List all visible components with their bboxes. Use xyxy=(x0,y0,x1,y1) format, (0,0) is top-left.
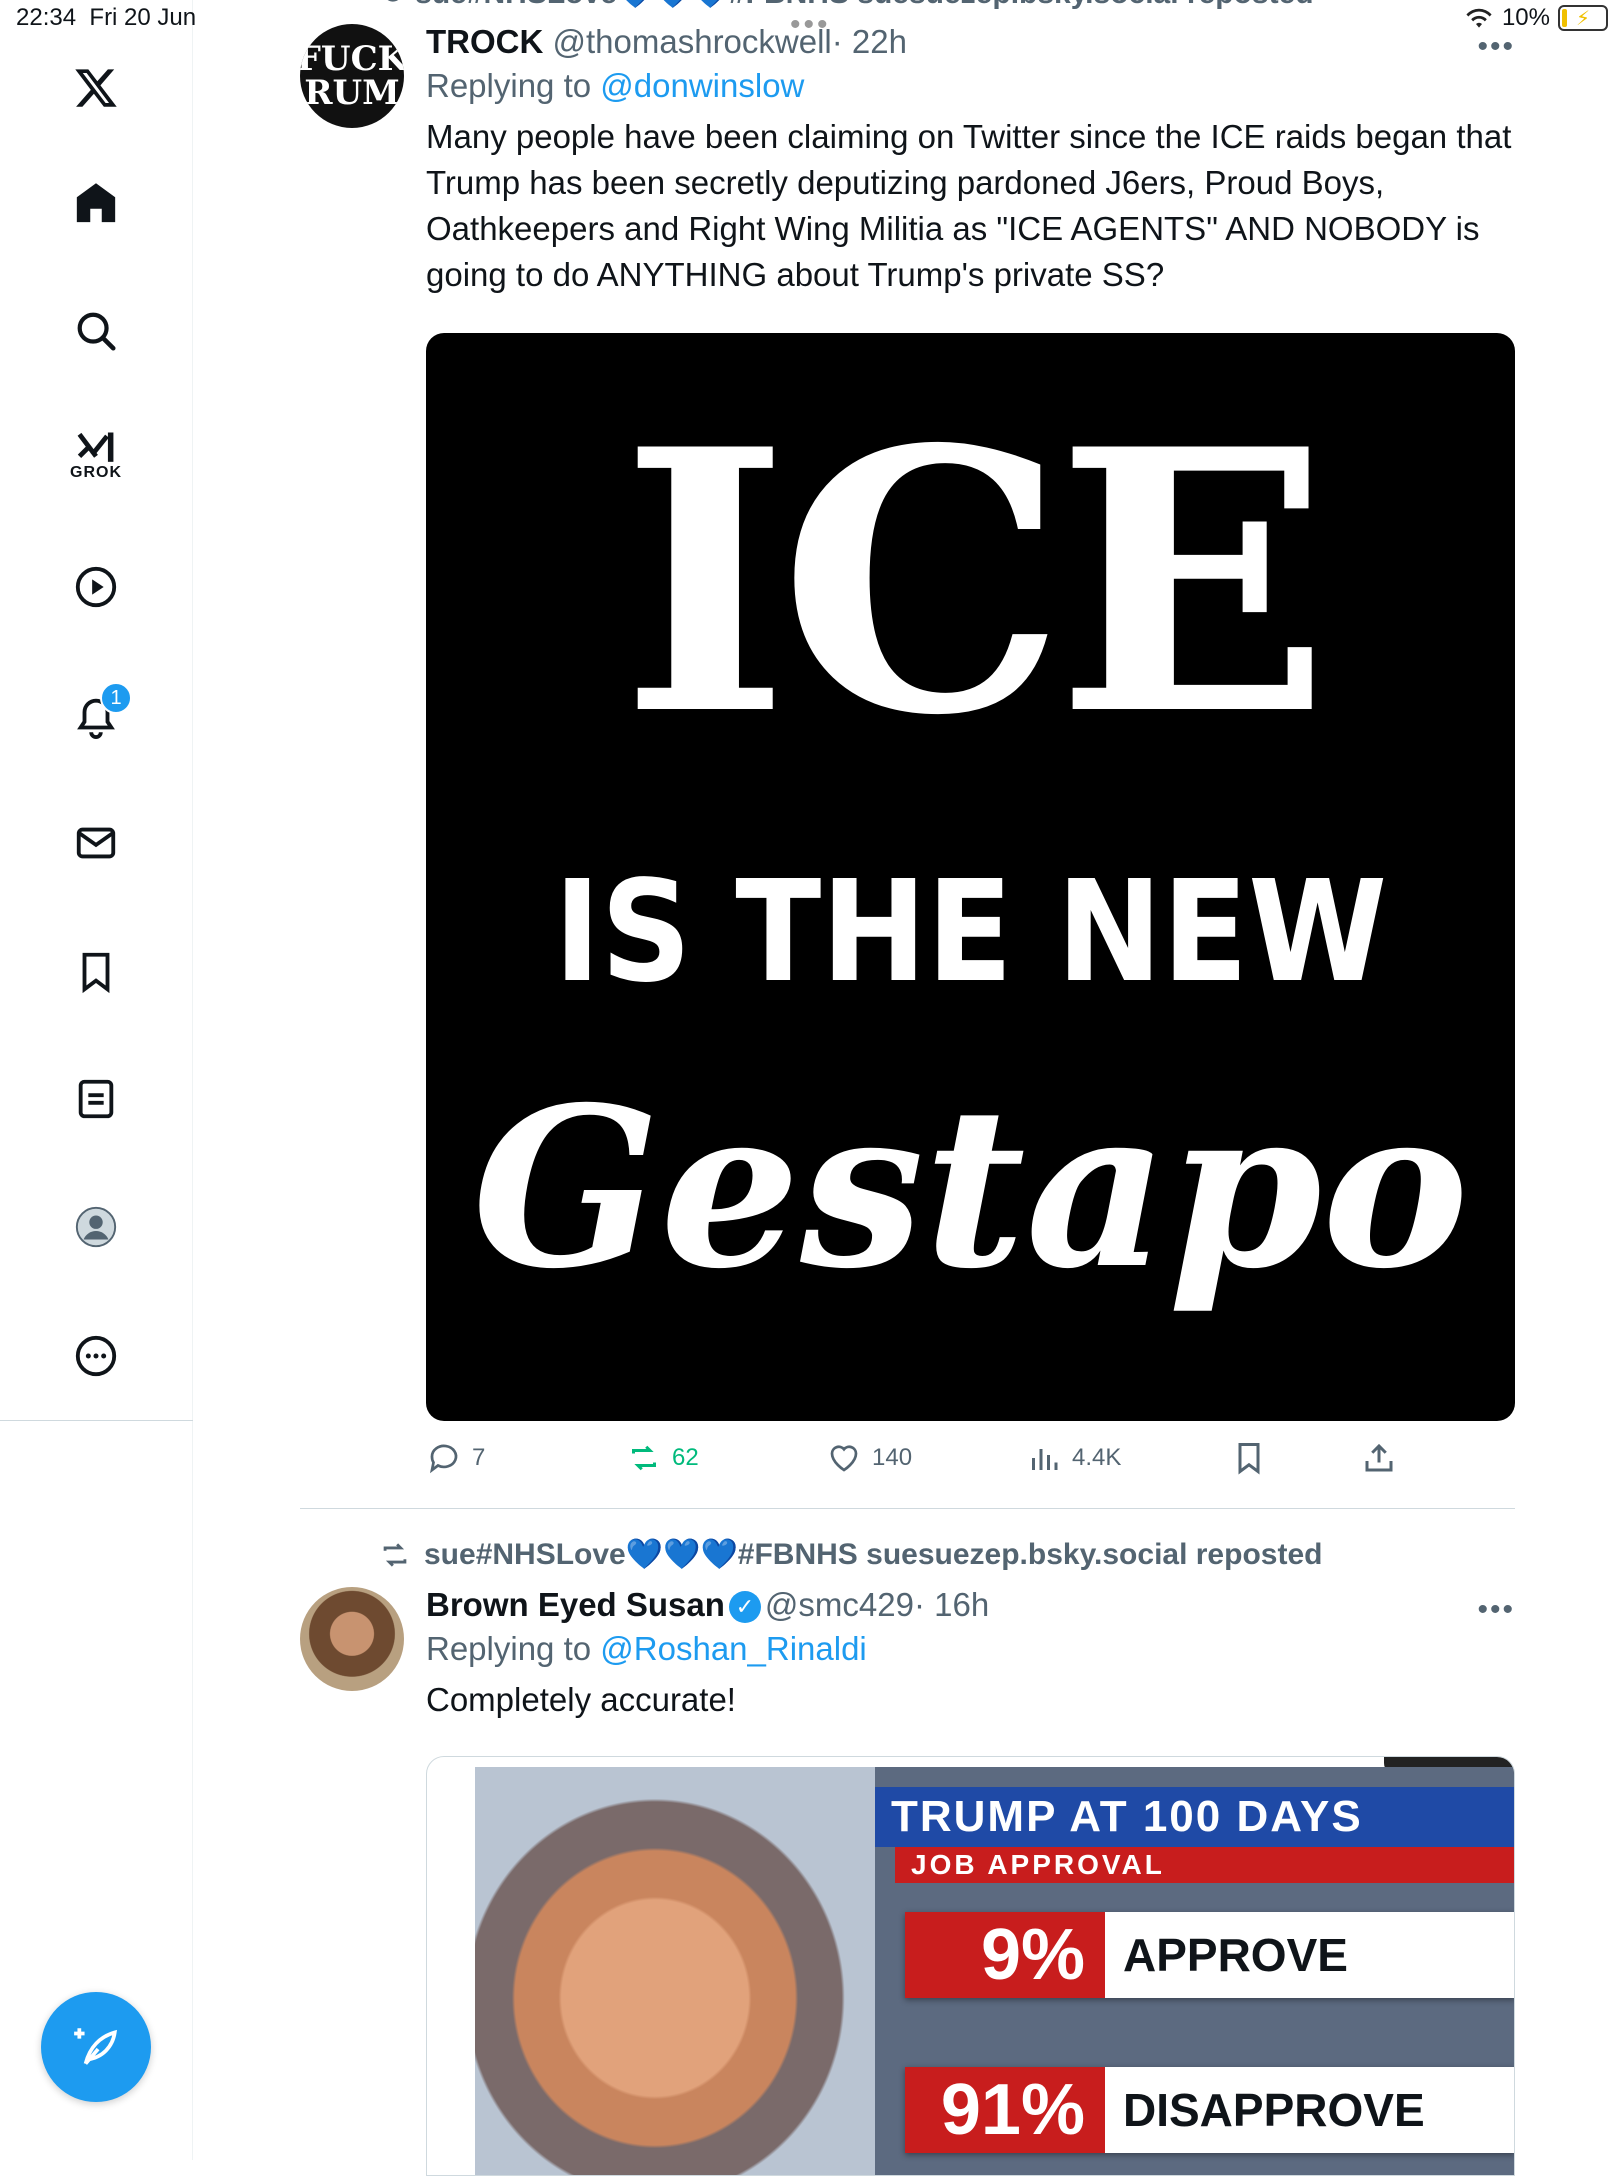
disapprove-percent: 91% xyxy=(905,2067,1105,2153)
tweet-time[interactable]: · 16h xyxy=(914,1586,989,1623)
like-button[interactable]: 140 xyxy=(826,1440,912,1476)
feed: ••• ⟲ sue#NHSLove💙💙💙#FBNHS suesuezep.bsk… xyxy=(300,0,1516,2176)
image-subtitle: JOB APPROVAL xyxy=(895,1847,1514,1883)
repost-icon xyxy=(632,1445,656,1471)
more-options-icon[interactable]: ••• xyxy=(1477,1593,1515,1627)
display-name[interactable]: Brown Eyed Susan xyxy=(426,1586,725,1623)
share-icon xyxy=(1365,1443,1393,1472)
heart-icon xyxy=(830,1445,858,1472)
image-text-ice: ICE xyxy=(620,371,1330,794)
repost-button[interactable]: 62 xyxy=(626,1440,699,1476)
tweet-actions: 7 62 140 4.4K xyxy=(426,1438,1426,1478)
image-text-gestapo: Gestapo xyxy=(472,1058,1469,1317)
messages-icon[interactable] xyxy=(60,807,132,879)
status-time: 22:34 Fri 20 Jun xyxy=(16,4,197,31)
more-icon[interactable] xyxy=(60,1320,132,1392)
notification-badge: 1 xyxy=(100,682,132,714)
tweet-separator xyxy=(300,1508,1515,1509)
battery-percent: 10% xyxy=(1501,4,1550,31)
status-bar: 22:34 Fri 20 Jun 10% ⚡ xyxy=(0,0,1620,40)
grok-icon[interactable]: GROK xyxy=(60,420,132,492)
sidebar-divider xyxy=(0,1420,193,1421)
sidebar-nav: GROK 1 xyxy=(0,0,193,2160)
like-count: 140 xyxy=(872,1444,913,1471)
bookmark-button[interactable] xyxy=(1231,1440,1267,1476)
views-chart-icon xyxy=(1032,1449,1058,1470)
bookmark-icon xyxy=(1238,1443,1260,1475)
approve-label: APPROVE xyxy=(1123,1929,1348,1981)
tweet-image[interactable]: TRUMP AT 100 DAYS JOB APPROVAL 9% APPROV… xyxy=(426,1756,1515,2176)
repost-count: 62 xyxy=(672,1444,699,1471)
tweet-text: Completely accurate! xyxy=(426,1681,736,1718)
bookmarks-icon[interactable] xyxy=(60,936,132,1008)
views-button[interactable]: 4.4K xyxy=(1026,1440,1121,1476)
reply-mention-link[interactable]: @Roshan_Rinaldi xyxy=(600,1630,866,1667)
approve-row: 9% APPROVE xyxy=(905,1912,1514,1998)
reply-icon xyxy=(429,1444,458,1474)
replying-to: Replying to @Roshan_Rinaldi xyxy=(426,1630,867,1667)
image-title: TRUMP AT 100 DAYS xyxy=(875,1787,1514,1847)
tweet-header: Brown Eyed Susan ✓ @smc429· 16h xyxy=(426,1585,1516,1625)
x-logo-icon[interactable] xyxy=(60,52,132,124)
repost-header: sue#NHSLove💙💙💙#FBNHS suesuezep.bsky.soci… xyxy=(378,1537,1322,1573)
disapprove-row: 91% DISAPPROVE xyxy=(905,2067,1514,2153)
user-handle[interactable]: @smc429 xyxy=(765,1586,914,1623)
image-content: TRUMP AT 100 DAYS JOB APPROVAL 9% APPROV… xyxy=(475,1767,1514,2175)
tweet-text: Many people have been claiming on Twitte… xyxy=(426,118,1512,293)
feather-plus-icon xyxy=(74,2028,118,2065)
status-right: 10% ⚡ xyxy=(1464,4,1608,32)
profile-icon[interactable] xyxy=(60,1191,132,1263)
grok-label: GROK xyxy=(70,464,122,481)
repost-icon xyxy=(383,1543,407,1567)
home-icon[interactable] xyxy=(60,167,132,239)
tweet-body: TROCK @thomashrockwell· 22h Replying to … xyxy=(426,22,1516,298)
replying-to: Replying to @donwinslow xyxy=(426,67,805,104)
share-button[interactable] xyxy=(1361,1440,1397,1476)
tweet-body: Brown Eyed Susan ✓ @smc429· 16h Replying t… xyxy=(426,1585,1516,1723)
notifications-icon[interactable]: 1 xyxy=(60,680,132,752)
avatar[interactable] xyxy=(300,1587,404,1691)
compose-button[interactable] xyxy=(41,1992,151,2102)
reply-mention-link[interactable]: @donwinslow xyxy=(600,67,804,104)
video-icon[interactable] xyxy=(60,551,132,623)
battery-icon: ⚡ xyxy=(1558,5,1608,31)
approve-percent: 9% xyxy=(905,1912,1105,1998)
disapprove-label: DISAPPROVE xyxy=(1123,2084,1425,2136)
reply-button[interactable]: 7 xyxy=(426,1440,485,1476)
lists-icon[interactable] xyxy=(60,1063,132,1135)
wifi-icon xyxy=(1466,8,1492,28)
image-text-is-the-new: IS THE NEW xyxy=(553,851,1388,1014)
search-icon[interactable] xyxy=(60,295,132,367)
verified-badge-icon: ✓ xyxy=(728,1591,761,1624)
reply-count: 7 xyxy=(472,1444,486,1471)
tweet-image[interactable]: ICE IS THE NEW Gestapo xyxy=(426,333,1515,1421)
views-count: 4.4K xyxy=(1072,1444,1122,1471)
portrait-photo xyxy=(475,1767,875,2175)
